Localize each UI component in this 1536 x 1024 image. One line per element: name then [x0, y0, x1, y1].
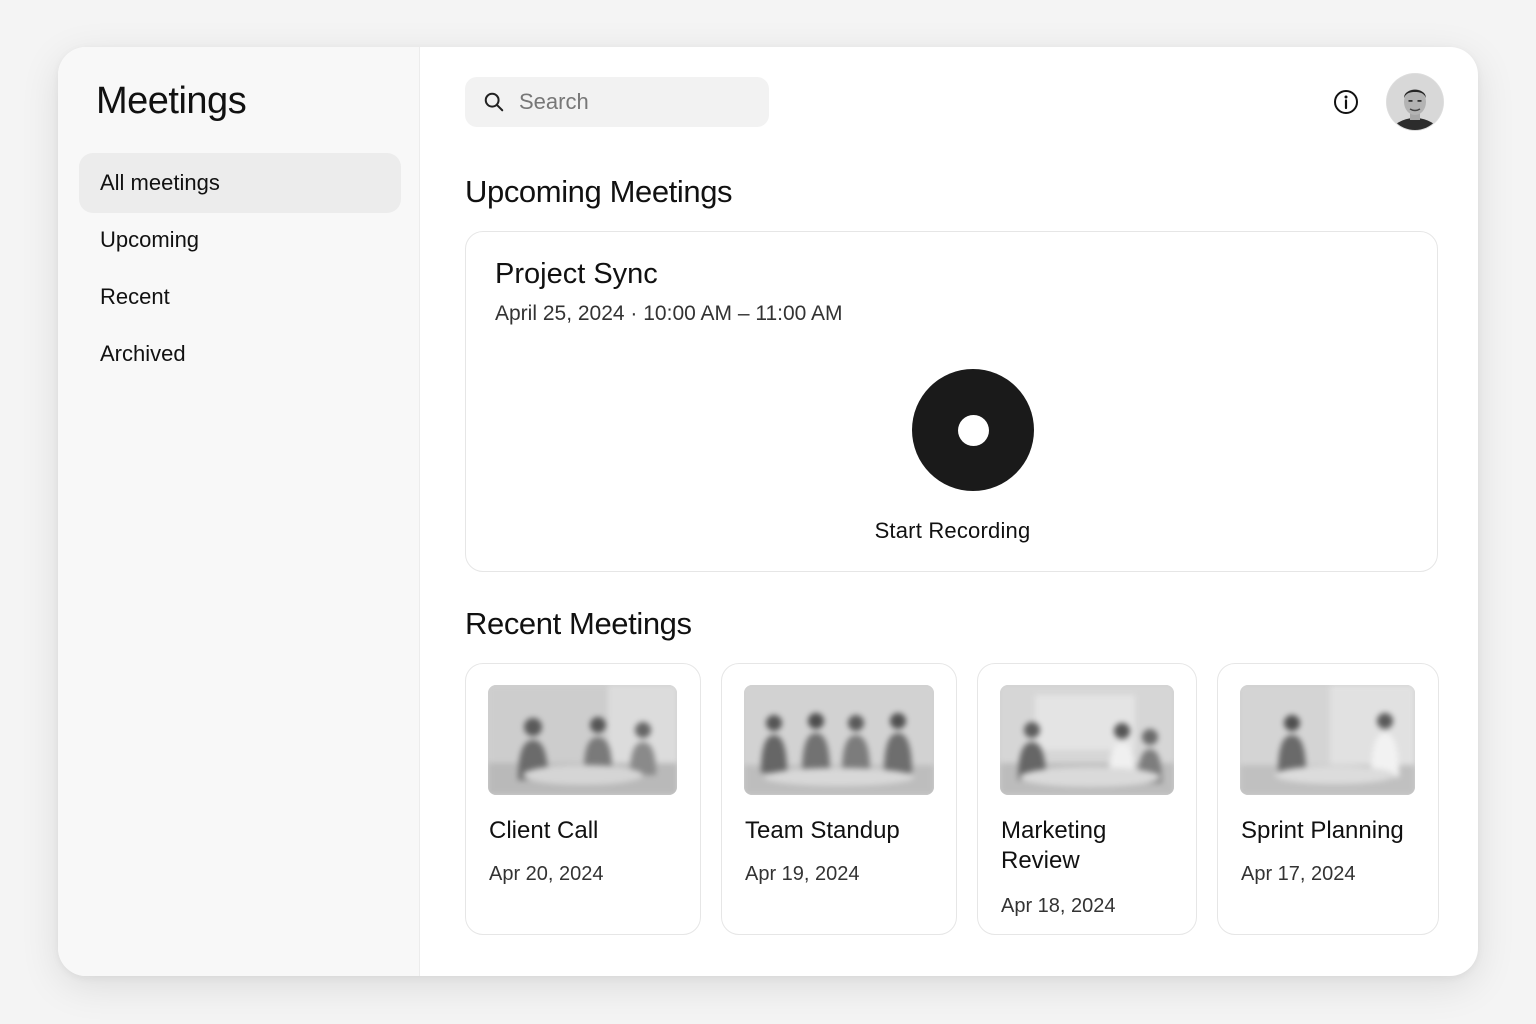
app-window: Meetings All meetings Upcoming Recent Ar… — [58, 47, 1478, 976]
main-content: Upcoming Meetings Project Sync April 25,… — [420, 47, 1478, 976]
meeting-thumbnail — [488, 685, 677, 795]
sidebar: Meetings All meetings Upcoming Recent Ar… — [58, 47, 420, 976]
recent-meeting-card[interactable]: Team Standup Apr 19, 2024 — [721, 663, 957, 935]
recent-meeting-card[interactable]: Client Call Apr 20, 2024 — [465, 663, 701, 935]
search-bar[interactable] — [465, 77, 769, 127]
card-title: Sprint Planning — [1241, 817, 1404, 844]
meeting-thumbnail — [1240, 685, 1415, 795]
card-title: Client Call — [489, 817, 599, 844]
sidebar-item-all-meetings[interactable]: All meetings — [79, 153, 401, 213]
start-recording-button[interactable] — [912, 369, 1034, 491]
recent-section-title: Recent Meetings — [465, 606, 692, 641]
upcoming-meeting-card: Project Sync April 25, 2024 · 10:00 AM –… — [465, 231, 1438, 572]
user-avatar[interactable] — [1387, 74, 1443, 130]
record-icon — [957, 414, 989, 446]
card-date: Apr 19, 2024 — [745, 863, 860, 885]
sidebar-item-recent[interactable]: Recent — [79, 267, 401, 327]
sidebar-item-archived[interactable]: Archived — [79, 324, 401, 384]
info-icon[interactable] — [1333, 89, 1359, 115]
card-title: Team Standup — [745, 817, 900, 844]
sidebar-item-upcoming[interactable]: Upcoming — [79, 210, 401, 270]
meeting-thumbnail — [744, 685, 934, 795]
meeting-name: Project Sync — [495, 258, 658, 290]
meeting-time: April 25, 2024 · 10:00 AM – 11:00 AM — [495, 302, 843, 325]
card-date: Apr 17, 2024 — [1241, 863, 1356, 885]
recent-meetings-grid: Client Call Apr 20, 2024 Team Standup Ap… — [465, 663, 1439, 935]
search-icon — [484, 92, 504, 112]
app-title: Meetings — [96, 80, 247, 122]
start-recording-label[interactable]: Start Recording — [466, 518, 1439, 544]
upcoming-section-title: Upcoming Meetings — [465, 174, 733, 209]
recent-meeting-card[interactable]: Sprint Planning Apr 17, 2024 — [1217, 663, 1439, 935]
search-input[interactable] — [517, 88, 761, 116]
card-date: Apr 20, 2024 — [489, 863, 604, 885]
meeting-thumbnail — [1000, 685, 1174, 795]
recent-meeting-card[interactable]: Marketing Review Apr 18, 2024 — [977, 663, 1197, 935]
avatar-portrait — [1387, 74, 1443, 130]
card-title: Marketing Review — [1001, 817, 1107, 874]
sidebar-nav: All meetings Upcoming Recent Archived — [79, 153, 401, 381]
card-date: Apr 18, 2024 — [1001, 895, 1116, 917]
